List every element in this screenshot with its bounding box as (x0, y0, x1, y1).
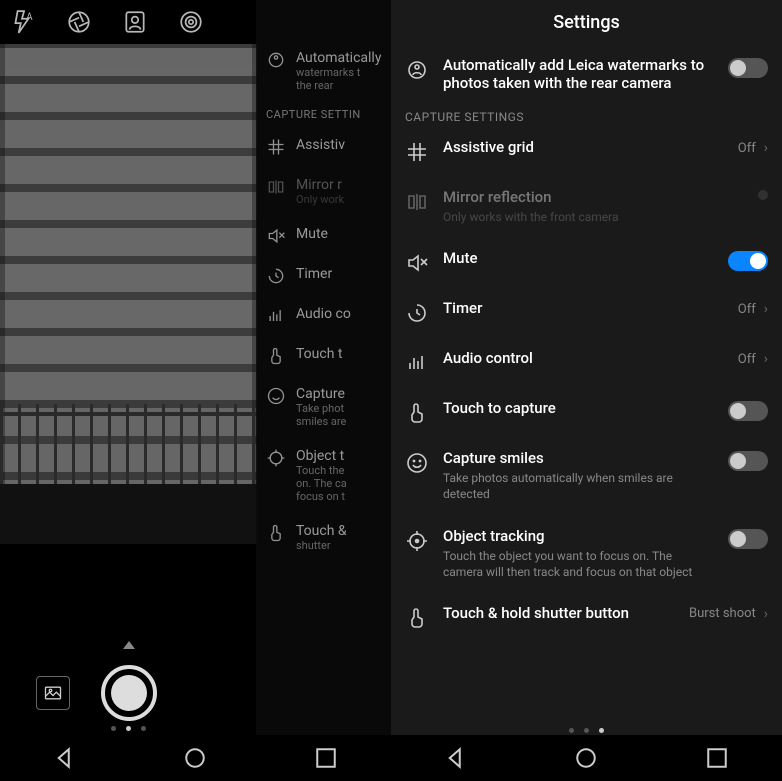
watermark-title: Automatically add Leica watermarks to ph… (443, 56, 714, 92)
nav-back[interactable] (441, 743, 471, 773)
settings-title: Settings (391, 0, 782, 44)
overlay-obj: Object t (296, 448, 344, 464)
audio-icon (266, 306, 286, 326)
flash-auto-icon[interactable]: A (10, 9, 36, 35)
row-touch-hold-shutter[interactable]: Touch & hold shutter button Burst shoot› (391, 592, 782, 642)
filter-icon[interactable] (178, 9, 204, 35)
row-audio-control[interactable]: Audio control Off› (391, 337, 782, 387)
overlay-timer: Timer (296, 266, 381, 282)
watermark-icon (405, 58, 429, 82)
pager-dot-active (599, 728, 604, 733)
touch-hold-value: Burst shoot (689, 606, 756, 621)
overlay-mirror-sub: Only work (296, 193, 381, 206)
watermark-toggle[interactable] (728, 58, 768, 78)
assistive-value: Off (738, 141, 756, 156)
mirror-disabled-dot (758, 190, 768, 200)
mirror-icon (266, 177, 286, 197)
row-watermark[interactable]: Automatically add Leica watermarks to ph… (391, 44, 782, 104)
touch-icon (266, 346, 286, 366)
row-touch-capture[interactable]: Touch to capture (391, 387, 782, 437)
svg-text:A: A (26, 12, 33, 23)
smile-icon (266, 386, 286, 406)
chevron-right-icon: › (764, 140, 768, 156)
pager-dot (141, 726, 146, 731)
section-capture: CAPTURE SETTINGS (391, 104, 782, 126)
nav-recents[interactable] (702, 743, 732, 773)
touch-icon (266, 523, 286, 543)
touch-icon (405, 401, 429, 425)
overlay-watermark-l2: watermarks t (296, 66, 381, 79)
mute-icon (266, 226, 286, 246)
overlay-audio: Audio co (296, 306, 381, 322)
settings-pager (391, 728, 782, 733)
overlay-watermark-l1: Automatically (296, 50, 381, 66)
row-timer[interactable]: Timer Off› (391, 287, 782, 337)
overlay-watermark-row: Automatically watermarks t the rear (256, 40, 391, 102)
camera-screen: A Automatically watermarks t (0, 0, 391, 781)
gallery-thumbnail[interactable] (36, 676, 70, 710)
touch-capture-toggle[interactable] (728, 401, 768, 421)
viewfinder-railing (0, 404, 257, 484)
android-navbar (391, 735, 782, 781)
mirror-icon (405, 190, 429, 214)
overlay-watermark-l3: the rear (296, 79, 381, 92)
pager-dot (111, 726, 116, 731)
camera-bottom-bar (0, 605, 257, 735)
overlay-section-capture: CAPTURE SETTIN (256, 102, 391, 127)
timer-icon (405, 301, 429, 325)
camera-viewfinder[interactable] (0, 44, 257, 544)
overlay-assistive: Assistiv (296, 137, 381, 153)
pager-dot-active (126, 726, 131, 731)
pager-dot (584, 728, 589, 733)
pager-dot (569, 728, 574, 733)
portrait-icon[interactable] (122, 9, 148, 35)
target-icon (266, 448, 286, 468)
overlay-touch-hold: Touch & (296, 523, 347, 539)
row-mute[interactable]: Mute (391, 237, 782, 287)
camera-pager (0, 726, 257, 731)
nav-home[interactable] (571, 743, 601, 773)
aperture-icon[interactable] (66, 9, 92, 35)
nav-back[interactable] (50, 743, 80, 773)
chevron-right-icon: › (764, 301, 768, 317)
audio-value: Off (738, 352, 756, 367)
smile-icon (405, 451, 429, 475)
nav-recents[interactable] (311, 743, 341, 773)
row-object-tracking[interactable]: Object trackingTouch the object you want… (391, 515, 782, 592)
chevron-right-icon: › (764, 351, 768, 367)
viewfinder-floor (0, 484, 257, 544)
target-icon (405, 529, 429, 553)
mute-icon (405, 251, 429, 275)
timer-value: Off (738, 302, 756, 317)
mute-toggle[interactable] (728, 251, 768, 271)
android-navbar (0, 735, 391, 781)
shutter-button[interactable] (101, 665, 157, 721)
row-assistive-grid[interactable]: Assistive grid Off› (391, 126, 782, 176)
settings-screen: Settings Automatically add Leica waterma… (391, 0, 782, 781)
grid-icon (266, 137, 286, 157)
timer-icon (266, 266, 286, 286)
overlay-mute: Mute (296, 226, 381, 242)
smiles-toggle[interactable] (728, 451, 768, 471)
row-mirror-reflection: Mirror reflectionOnly works with the fro… (391, 176, 782, 237)
overlay-touch: Touch t (296, 346, 381, 362)
overlay-smiles: Capture (296, 386, 345, 402)
touch-icon (405, 606, 429, 630)
grid-icon (405, 140, 429, 164)
audio-bars-icon (405, 351, 429, 375)
settings-list[interactable]: Automatically add Leica watermarks to ph… (391, 44, 782, 735)
row-capture-smiles[interactable]: Capture smilesTake photos automatically … (391, 437, 782, 514)
watermark-icon (266, 50, 286, 70)
chevron-right-icon: › (764, 606, 768, 622)
nav-home[interactable] (180, 743, 210, 773)
mode-caret-icon[interactable] (123, 641, 135, 649)
tracking-toggle[interactable] (728, 529, 768, 549)
overlay-mirror: Mirror r (296, 177, 342, 193)
settings-overlay-partial[interactable]: Automatically watermarks t the rear CAPT… (256, 0, 391, 735)
